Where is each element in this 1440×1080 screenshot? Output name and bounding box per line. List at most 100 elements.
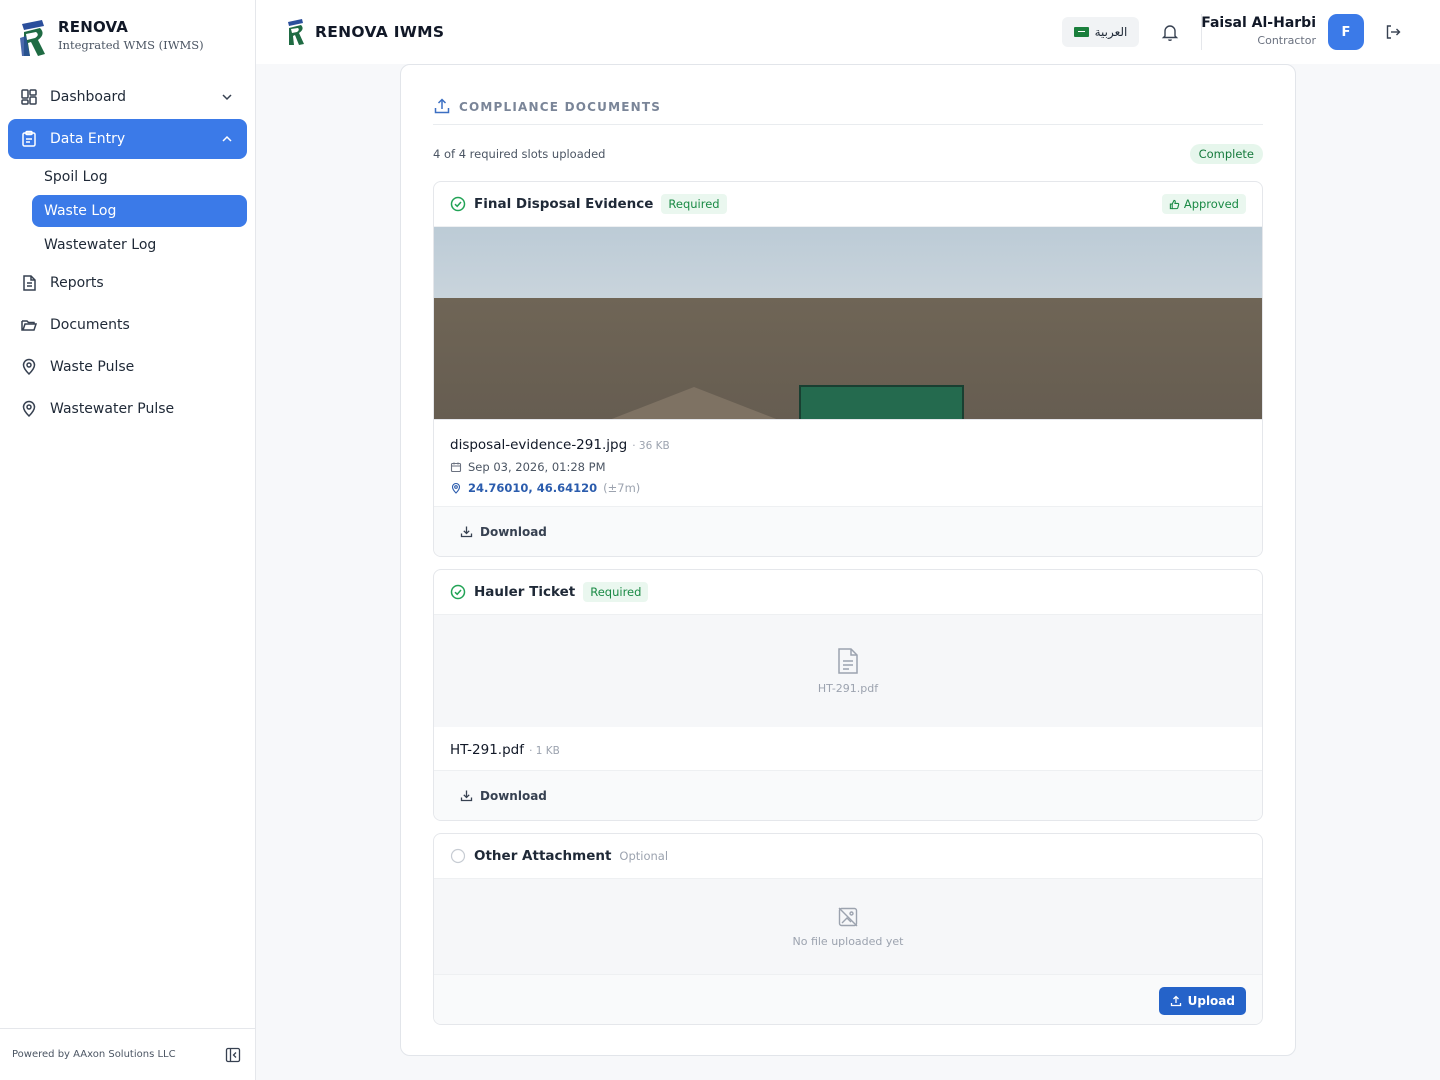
empty-preview: No file uploaded yet <box>434 879 1262 974</box>
sidebar-item-label: Documents <box>50 317 130 333</box>
chevron-down-icon <box>222 94 232 101</box>
user-name: Faisal Al-Harbi <box>1201 15 1316 31</box>
map-pin-icon <box>451 482 461 494</box>
slot-header: Final Disposal Evidence Required Approve… <box>434 182 1262 227</box>
thumbs-up-icon <box>1169 199 1180 209</box>
no-file-label: No file uploaded yet <box>792 934 904 948</box>
sidebar-subitem-waste-log[interactable]: Waste Log <box>32 195 247 227</box>
empty-circle-icon <box>450 848 466 864</box>
sidebar-item-documents[interactable]: Documents <box>8 305 247 345</box>
gps-coordinates-link[interactable]: 24.76010, 46.64120 <box>468 481 597 495</box>
sidebar-item-label: Waste Pulse <box>50 359 135 375</box>
status-badge: Complete <box>1189 144 1263 164</box>
download-icon <box>460 526 473 538</box>
sidebar-item-dashboard[interactable]: Dashboard <box>8 77 247 117</box>
slot-header: Other Attachment Optional <box>434 834 1262 879</box>
file-timestamp: Sep 03, 2026, 01:28 PM <box>468 460 606 474</box>
gps-accuracy: (±7m) <box>603 481 641 495</box>
approved-label: Approved <box>1183 197 1239 211</box>
section-title: COMPLIANCE DOCUMENTS <box>459 100 662 114</box>
powered-by-text: Powered by AAxon Solutions LLC <box>12 1049 176 1060</box>
location-row: 24.76010, 46.64120 (±7m) <box>450 481 1246 495</box>
brand: RENOVA Integrated WMS (IWMS) <box>18 18 204 58</box>
approved-badge: Approved <box>1161 194 1246 214</box>
image-off-icon <box>838 907 858 926</box>
sidebar-item-label: Data Entry <box>50 131 126 147</box>
collapse-sidebar-icon[interactable] <box>225 1047 241 1063</box>
section-header: COMPLIANCE DOCUMENTS <box>433 97 1263 125</box>
header-brand: RENOVA IWMS <box>286 18 444 46</box>
file-info: disposal-evidence-291.jpg · 36 KB Sep 03… <box>434 420 1262 495</box>
document-slot-final-disposal: Final Disposal Evidence Required Approve… <box>433 181 1263 557</box>
notification-bell-icon[interactable] <box>1160 22 1180 42</box>
upload-icon <box>434 98 450 114</box>
slot-title: Hauler Ticket <box>474 584 576 600</box>
sidebar-subitem-wastewater-log[interactable]: Wastewater Log <box>32 229 247 261</box>
document-slot-hauler-ticket: Hauler Ticket Required HT-291.pdf HT-291… <box>433 569 1263 821</box>
renova-logo-icon <box>20 20 45 56</box>
brand-subtitle: Integrated WMS (IWMS) <box>58 38 204 52</box>
dashboard-grid-icon <box>20 88 38 106</box>
sidebar-item-waste-pulse[interactable]: Waste Pulse <box>8 347 247 387</box>
slot-footer: Download <box>434 770 1262 820</box>
sidebar-item-data-entry[interactable]: Data Entry <box>8 119 247 159</box>
user-role: Contractor <box>1257 34 1316 47</box>
sidebar-item-label: Reports <box>50 275 104 291</box>
required-badge: Required <box>661 194 727 214</box>
download-button[interactable]: Download <box>460 525 547 539</box>
photo-sky <box>434 227 1262 298</box>
download-button[interactable]: Download <box>460 789 547 803</box>
required-badge: Required <box>583 582 649 602</box>
compliance-documents-card: COMPLIANCE DOCUMENTS 4 of 4 required slo… <box>400 64 1296 1056</box>
download-label: Download <box>480 524 547 539</box>
sidebar-subitem-spoil-log[interactable]: Spoil Log <box>32 161 247 193</box>
saudi-flag-icon <box>1073 27 1089 37</box>
clipboard-icon <box>20 130 38 148</box>
slot-footer: Download <box>434 506 1262 556</box>
file-size: · 36 KB <box>632 440 670 452</box>
file-size: · 1 KB <box>529 745 560 757</box>
map-pin-icon <box>20 358 38 376</box>
sidebar-nav: Dashboard Data Entry Spoil Log Waste Log… <box>8 77 247 431</box>
language-label: العربية <box>1094 25 1128 39</box>
sidebar-item-wastewater-pulse[interactable]: Wastewater Pulse <box>8 389 247 429</box>
sidebar-footer: Powered by AAxon Solutions LLC <box>0 1028 255 1080</box>
timestamp-row: Sep 03, 2026, 01:28 PM <box>450 460 1246 474</box>
slots-progress-text: 4 of 4 required slots uploaded <box>433 147 606 161</box>
calendar-icon <box>450 462 462 473</box>
upload-icon <box>1170 995 1181 1007</box>
renova-logo-icon <box>288 19 304 45</box>
photo-dumpster <box>799 385 964 419</box>
slot-title: Final Disposal Evidence <box>474 196 654 212</box>
file-info: HT-291.pdf · 1 KB <box>434 727 1262 758</box>
chevron-up-icon <box>222 135 232 142</box>
sidebar-item-label: Wastewater Pulse <box>50 401 175 417</box>
preview-filename: HT-291.pdf <box>817 682 879 695</box>
brand-name: RENOVA <box>58 18 129 36</box>
document-file-icon <box>838 648 858 674</box>
optional-label: Optional <box>619 849 669 863</box>
sidebar: RENOVA Integrated WMS (IWMS) Dashboard D… <box>0 0 256 1080</box>
photo-mound <box>604 387 784 419</box>
avatar[interactable]: F <box>1328 14 1364 50</box>
check-circle-icon <box>450 196 466 212</box>
slot-footer: Upload <box>434 974 1262 1024</box>
folder-open-icon <box>20 316 38 334</box>
file-text-icon <box>20 274 38 292</box>
language-toggle-button[interactable]: العربية <box>1062 17 1139 47</box>
check-circle-icon <box>450 584 466 600</box>
user-info: Faisal Al-Harbi Contractor <box>1201 15 1316 47</box>
sidebar-item-reports[interactable]: Reports <box>8 263 247 303</box>
sidebar-item-label: Dashboard <box>50 89 126 105</box>
file-name: disposal-evidence-291.jpg <box>450 437 628 453</box>
file-name: HT-291.pdf <box>450 742 524 758</box>
document-slot-other-attachment: Other Attachment Optional No file upload… <box>433 833 1263 1025</box>
upload-button[interactable]: Upload <box>1158 987 1246 1015</box>
header-title: RENOVA IWMS <box>315 23 445 41</box>
pdf-preview[interactable]: HT-291.pdf <box>434 615 1262 727</box>
logout-icon[interactable] <box>1384 23 1402 41</box>
download-label: Download <box>480 788 547 803</box>
download-icon <box>460 790 473 802</box>
evidence-photo[interactable] <box>434 227 1262 420</box>
upload-label: Upload <box>1187 994 1235 1008</box>
